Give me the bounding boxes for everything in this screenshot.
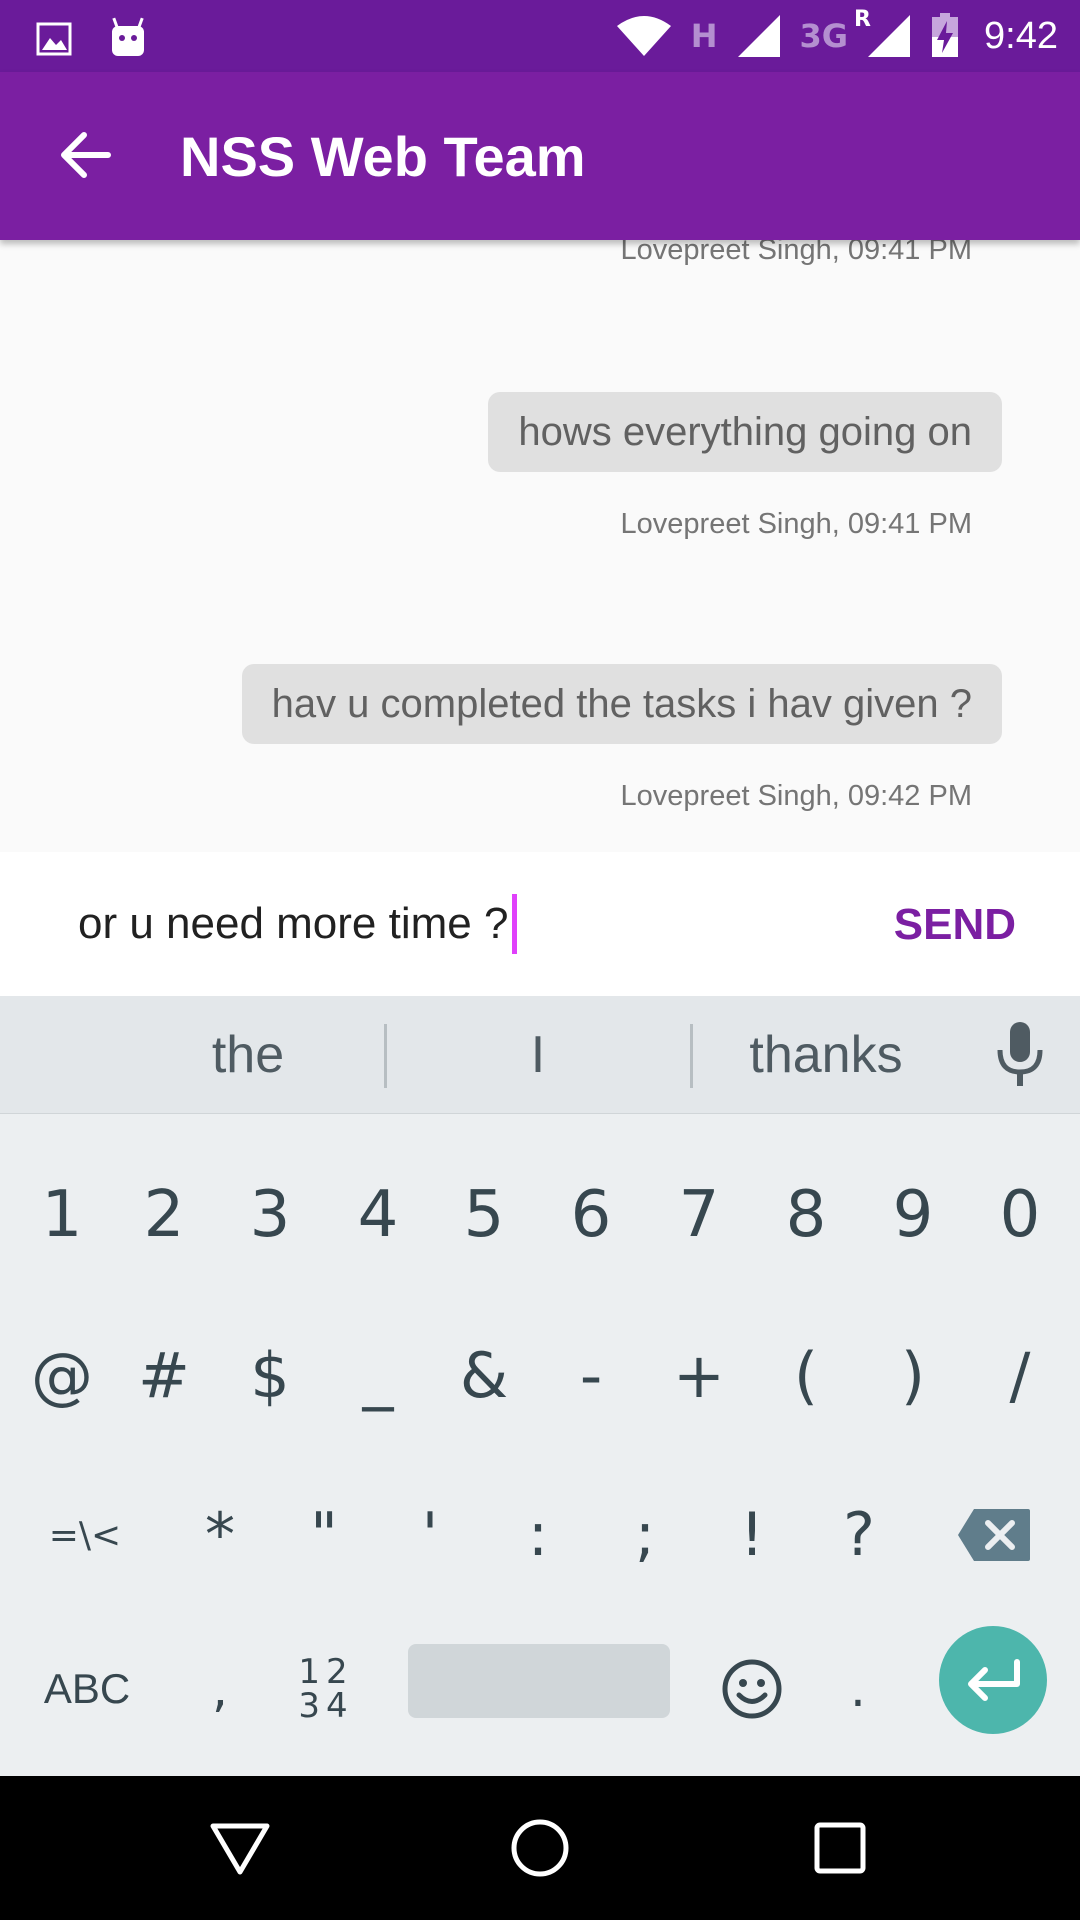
key-space[interactable] <box>408 1644 670 1718</box>
network-type-3g: 3G <box>799 17 849 55</box>
key-double-quote[interactable]: " <box>280 1474 368 1596</box>
message-bubble[interactable]: hav u completed the tasks i hav given ? <box>241 664 1002 744</box>
message-bubble[interactable]: hows everything going on <box>488 392 1002 472</box>
key-colon[interactable]: : <box>494 1474 582 1596</box>
message-meta: Lovepreet Singh, 09:41 PM <box>620 508 972 540</box>
nav-recents-button[interactable] <box>800 1808 880 1888</box>
key-5[interactable]: 5 <box>440 1154 528 1276</box>
suggestion-divider <box>690 1024 693 1088</box>
arrow-back-icon <box>61 132 111 178</box>
recents-square-icon <box>814 1822 866 1874</box>
nav-back-button[interactable] <box>200 1808 280 1888</box>
key-6[interactable]: 6 <box>547 1154 635 1276</box>
key-2[interactable]: 2 <box>120 1154 208 1276</box>
back-button[interactable] <box>40 110 130 200</box>
numpad-label-top: 12 <box>298 1652 354 1692</box>
signal-icon <box>737 15 780 57</box>
keyboard: 1 2 3 4 5 6 7 8 9 0 @ # $ _ & - + ( ) / … <box>0 1114 1080 1776</box>
numpad-label-bottom: 34 <box>298 1686 354 1726</box>
key-dollar[interactable]: $ <box>226 1314 314 1436</box>
key-asterisk[interactable]: * <box>176 1474 264 1596</box>
key-slash[interactable]: / <box>976 1314 1064 1436</box>
backspace-icon <box>958 1509 1030 1561</box>
key-4[interactable]: 4 <box>334 1154 422 1276</box>
screen: H 3G R 9:42 NSS Web Team Lovepreet Singh… <box>0 0 1080 1920</box>
key-enter[interactable] <box>939 1626 1047 1734</box>
text-cursor <box>512 894 518 954</box>
wifi-icon <box>616 16 671 56</box>
message-list[interactable]: Lovepreet Singh, 09:41 PM hows everythin… <box>0 240 1080 852</box>
key-emoji[interactable] <box>702 1624 802 1754</box>
emoji-icon <box>722 1659 782 1719</box>
key-8[interactable]: 8 <box>762 1154 850 1276</box>
android-icon <box>112 17 144 56</box>
key-1[interactable]: 1 <box>18 1154 106 1276</box>
back-triangle-icon <box>210 1823 270 1875</box>
app-bar: NSS Web Team <box>0 72 1080 240</box>
key-exclamation[interactable]: ! <box>708 1474 796 1596</box>
message-input-value: or u need more time ? <box>78 899 509 948</box>
message-input[interactable]: or u need more time ? <box>78 892 518 956</box>
key-minus[interactable]: - <box>547 1314 635 1436</box>
status-bar: H 3G R 9:42 <box>0 0 1080 72</box>
key-9[interactable]: 9 <box>869 1154 957 1276</box>
key-question[interactable]: ? <box>815 1474 903 1596</box>
send-button[interactable]: SEND <box>894 900 1016 950</box>
key-at[interactable]: @ <box>18 1314 106 1436</box>
home-circle-icon <box>511 1819 569 1877</box>
signal-roaming-icon: R <box>854 7 912 59</box>
message-meta: Lovepreet Singh, 09:42 PM <box>620 780 972 812</box>
suggestion-divider <box>384 1024 387 1088</box>
suggestion-i[interactable]: I <box>420 996 656 1114</box>
key-ampersand[interactable]: & <box>440 1314 528 1436</box>
key-more-symbols[interactable]: =\< <box>30 1474 140 1596</box>
composer: or u need more time ? SEND <box>0 852 1080 996</box>
nav-home-button[interactable] <box>500 1808 580 1888</box>
key-hash[interactable]: # <box>120 1314 208 1436</box>
key-underscore[interactable]: _ <box>334 1314 422 1436</box>
key-0[interactable]: 0 <box>976 1154 1064 1276</box>
suggestion-thanks[interactable]: thanks <box>706 996 946 1114</box>
key-paren-open[interactable]: ( <box>762 1314 850 1436</box>
suggestion-strip: the I thanks <box>0 996 1080 1114</box>
key-3[interactable]: 3 <box>226 1154 314 1276</box>
key-period[interactable]: . <box>818 1624 898 1754</box>
key-numpad[interactable]: 12 34 <box>276 1624 376 1754</box>
battery-charging-icon <box>932 13 959 57</box>
enter-icon <box>968 1659 1020 1701</box>
navigation-bar <box>0 1776 1080 1920</box>
image-icon <box>36 22 72 56</box>
key-plus[interactable]: + <box>655 1314 743 1436</box>
suggestion-the[interactable]: the <box>130 996 366 1114</box>
key-comma[interactable]: , <box>176 1624 264 1754</box>
key-single-quote[interactable]: ' <box>386 1474 474 1596</box>
status-time: 9:42 <box>984 14 1058 57</box>
microphone-icon[interactable] <box>990 1020 1050 1090</box>
message-meta: Lovepreet Singh, 09:41 PM <box>620 240 972 266</box>
key-paren-close[interactable]: ) <box>869 1314 957 1436</box>
key-abc[interactable]: ABC <box>22 1624 152 1754</box>
key-7[interactable]: 7 <box>655 1154 743 1276</box>
roaming-label: R <box>854 7 871 32</box>
key-backspace[interactable] <box>950 1474 1038 1596</box>
page-title: NSS Web Team <box>180 125 586 188</box>
network-type-h: H <box>690 17 718 55</box>
key-semicolon[interactable]: ; <box>601 1474 689 1596</box>
